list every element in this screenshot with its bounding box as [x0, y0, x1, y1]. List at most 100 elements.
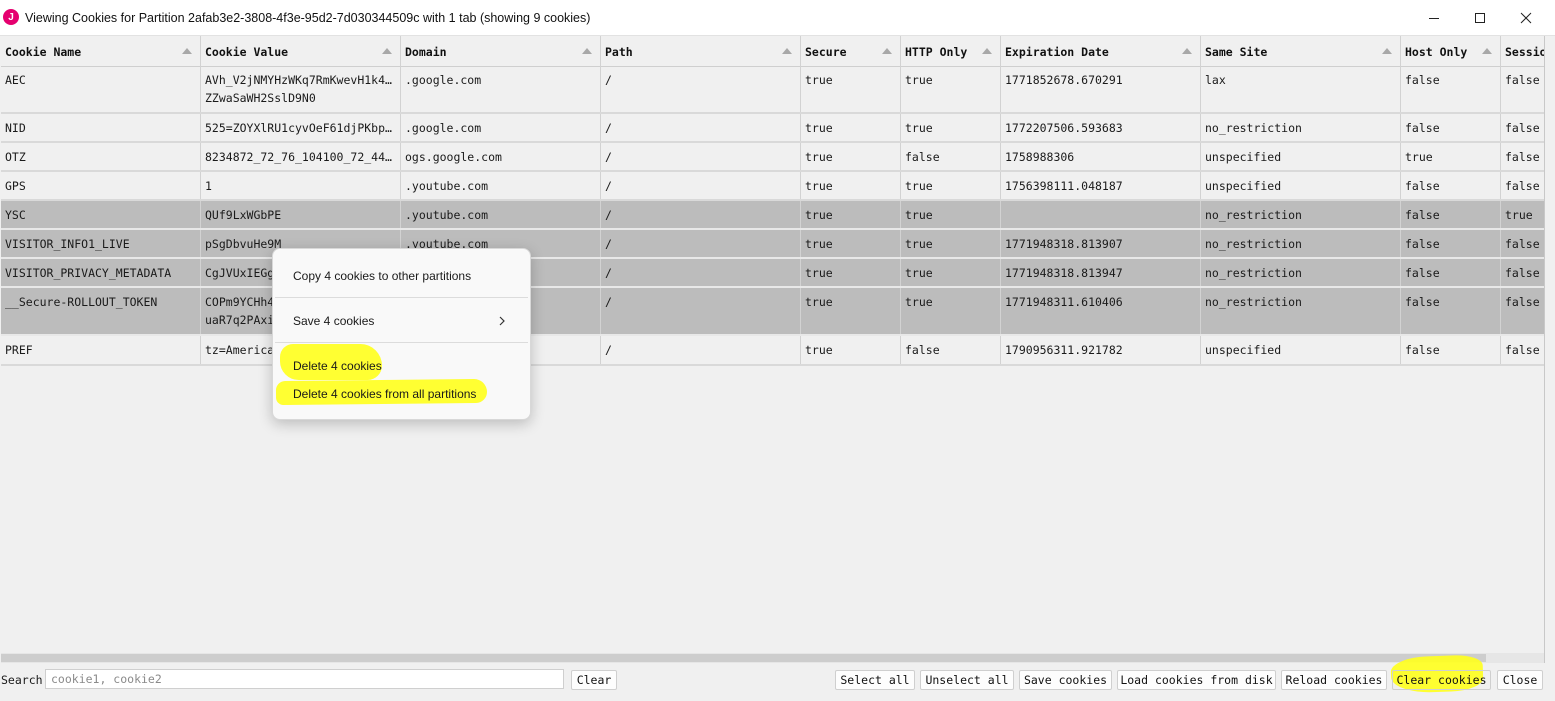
cell-expiration: 1771948318.813907 [1001, 230, 1201, 257]
column-header-same-site[interactable]: Same Site [1201, 36, 1401, 66]
search-label: Search [1, 673, 43, 687]
cell-cookie-name: VISITOR_PRIVACY_METADATA [1, 259, 201, 286]
close-window-button[interactable] [1503, 0, 1549, 35]
cell-path: / [601, 172, 801, 199]
column-header-cookie-name[interactable]: Cookie Name [1, 36, 201, 66]
cell-session: false [1505, 266, 1540, 280]
reload-cookies-button[interactable]: Reload cookies [1281, 670, 1387, 690]
cell-same-site: no_restriction [1201, 230, 1401, 257]
chevron-right-icon [499, 316, 505, 326]
table-row-selected[interactable]: __Secure-ROLLOUT_TOKEN COPm9YCHh4 uaR7q2… [1, 288, 1544, 336]
cell-http-only: true [901, 66, 1001, 112]
cell-same-site: unspecified [1201, 143, 1401, 170]
cell-session: false [1505, 179, 1540, 193]
table-row[interactable]: GPS 1 .youtube.com / true true 175639811… [1, 172, 1544, 201]
title-bar: J Viewing Cookies for Partition 2afab3e2… [0, 0, 1555, 36]
app-icon: J [3, 9, 19, 25]
clear-search-button[interactable]: Clear [571, 670, 617, 690]
select-all-button[interactable]: Select all [835, 670, 915, 690]
cookie-table: Cookie Name Cookie Value Domain Path Sec… [1, 36, 1545, 663]
cell-cookie-name: AEC [1, 66, 201, 112]
table-row[interactable]: NID 525=ZOYXlRU1cyvOeF61djPKbpR… .google… [1, 114, 1544, 143]
column-header-host-only[interactable]: Host Only [1401, 36, 1501, 66]
column-header-session[interactable]: Sessio [1501, 36, 1544, 66]
sort-arrow-icon [782, 48, 792, 54]
column-header-label: Expiration Date [1005, 45, 1109, 59]
cell-domain: .youtube.com [401, 201, 601, 228]
menu-separator [275, 297, 528, 298]
cell-path: / [601, 259, 801, 286]
cell-secure: true [801, 336, 901, 364]
cell-expiration: 1772207506.593683 [1001, 114, 1201, 141]
column-header-expiration-date[interactable]: Expiration Date [1001, 36, 1201, 66]
table-row-selected[interactable]: YSC QUf9LxWGbPE .youtube.com / true true… [1, 201, 1544, 230]
sort-arrow-icon [1482, 48, 1492, 54]
delete-cookies-all-partitions-menu-item[interactable]: Delete 4 cookies from all partitions [273, 387, 530, 401]
search-input[interactable] [45, 669, 564, 689]
column-header-label: Cookie Name [5, 45, 82, 59]
cell-cookie-name: NID [1, 114, 201, 141]
cell-path: / [601, 201, 801, 228]
column-header-domain[interactable]: Domain [401, 36, 601, 66]
cell-http-only: true [901, 288, 1001, 334]
cell-cookie-name: GPS [1, 172, 201, 199]
maximize-button[interactable] [1457, 0, 1503, 35]
column-header-http-only[interactable]: HTTP Only [901, 36, 1001, 66]
table-row-selected[interactable]: VISITOR_PRIVACY_METADATA CgJVUxIEGg / tr… [1, 259, 1544, 288]
cell-secure: true [801, 288, 901, 334]
cell-host-only: false [1401, 336, 1501, 364]
cell-session: false [1505, 73, 1540, 87]
load-cookies-button[interactable]: Load cookies from disk [1117, 670, 1276, 690]
copy-cookies-menu-item[interactable]: Copy 4 cookies to other partitions [273, 269, 530, 283]
delete-cookies-menu-item[interactable]: Delete 4 cookies [273, 359, 530, 373]
column-header-secure[interactable]: Secure [801, 36, 901, 66]
horizontal-scrollbar[interactable] [1, 653, 1544, 663]
cell-secure: true [801, 143, 901, 170]
scrollbar-thumb[interactable] [1, 654, 1486, 662]
column-header-label: HTTP Only [905, 45, 968, 59]
cell-cookie-value: 8234872_72_76_104100_72_446… [201, 143, 401, 170]
table-row-selected[interactable]: VISITOR_INFO1_LIVE pSgDbvuHe9M .youtube.… [1, 230, 1544, 259]
cell-http-only: false [901, 143, 1001, 170]
column-header-label: Cookie Value [205, 45, 289, 59]
cell-path: / [601, 66, 801, 112]
cell-cookie-name: __Secure-ROLLOUT_TOKEN [1, 288, 201, 334]
cell-expiration: 1771948311.610406 [1001, 288, 1201, 334]
cell-domain: .google.com [401, 114, 601, 141]
table-row[interactable]: AEC AVh_V2jNMYHzWKq7RmKwevH1k4y… ZZwaSaW… [1, 66, 1544, 114]
cell-secure: true [801, 230, 901, 257]
sort-arrow-icon [582, 48, 592, 54]
column-header-label: Domain [405, 45, 447, 59]
column-header-cookie-value[interactable]: Cookie Value [201, 36, 401, 66]
save-cookies-menu-item[interactable]: Save 4 cookies [273, 314, 530, 328]
cell-same-site: unspecified [1201, 336, 1401, 364]
cell-secure: true [801, 114, 901, 141]
close-icon [1520, 12, 1532, 23]
cell-host-only: false [1401, 201, 1501, 228]
cell-expiration: 1771948318.813947 [1001, 259, 1201, 286]
cell-http-only: false [901, 336, 1001, 364]
unselect-all-button[interactable]: Unselect all [920, 670, 1014, 690]
close-button[interactable]: Close [1497, 670, 1543, 690]
column-header-label: Path [605, 45, 633, 59]
cell-expiration: 1790956311.921782 [1001, 336, 1201, 364]
cell-host-only: false [1401, 114, 1501, 141]
column-header-path[interactable]: Path [601, 36, 801, 66]
table-row[interactable]: PREF tz=America / true false 1790956311.… [1, 336, 1544, 366]
save-cookies-button[interactable]: Save cookies [1019, 670, 1112, 690]
cell-same-site: no_restriction [1201, 114, 1401, 141]
cell-path: / [601, 114, 801, 141]
cell-host-only: false [1401, 288, 1501, 334]
sort-arrow-icon [182, 48, 192, 54]
save-cookies-menu-label: Save 4 cookies [293, 314, 375, 328]
sort-arrow-icon [882, 48, 892, 54]
table-row[interactable]: OTZ 8234872_72_76_104100_72_446… ogs.goo… [1, 143, 1544, 172]
cell-path: / [601, 230, 801, 257]
column-header-label: Same Site [1205, 45, 1268, 59]
minimize-button[interactable] [1411, 0, 1457, 35]
column-header-label: Secure [805, 45, 847, 59]
table-header: Cookie Name Cookie Value Domain Path Sec… [1, 36, 1544, 67]
clear-cookies-button[interactable]: Clear cookies [1392, 670, 1491, 690]
cell-same-site: no_restriction [1201, 259, 1401, 286]
cell-secure: true [801, 259, 901, 286]
